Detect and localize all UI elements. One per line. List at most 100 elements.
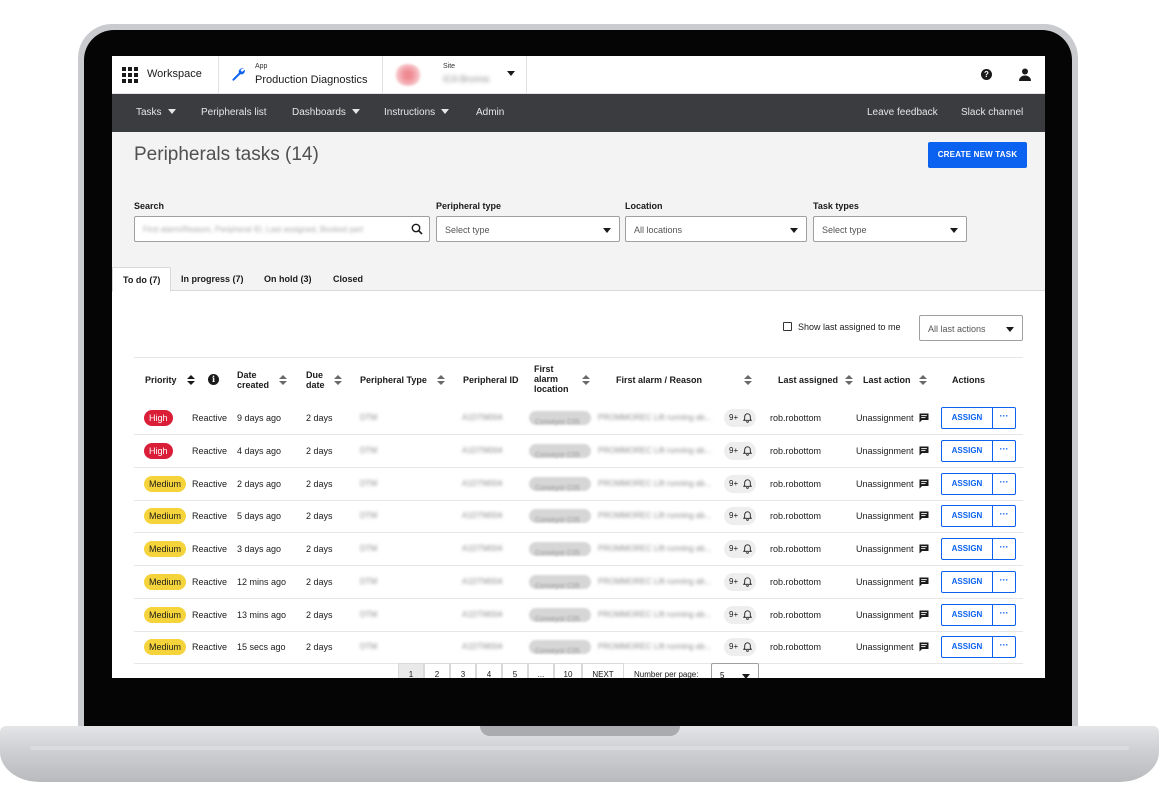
comment-icon[interactable]: [919, 413, 929, 423]
tab-closed[interactable]: Closed: [333, 267, 363, 291]
alert-count-badge[interactable]: 9+: [724, 474, 756, 493]
more-options-button[interactable]: ···: [993, 472, 1016, 495]
nav-instructions[interactable]: Instructions: [384, 107, 450, 118]
sort-icon[interactable]: [845, 375, 853, 386]
page-button[interactable]: 3: [450, 663, 476, 678]
col-due-date[interactable]: Due date: [306, 370, 325, 390]
sort-icon[interactable]: [187, 375, 195, 386]
comment-icon[interactable]: [919, 479, 929, 489]
table-row[interactable]: Medium Reactive 12 mins ago 2 days DTM A1DTM0…: [134, 566, 1023, 599]
search-icon[interactable]: [411, 223, 423, 235]
more-options-button[interactable]: ···: [993, 538, 1016, 560]
peripheral-id[interactable]: A1DTM004: [462, 479, 502, 488]
sort-icon[interactable]: [744, 375, 752, 386]
table-row[interactable]: Medium Reactive 5 days ago 2 days DTM A1DTM00…: [134, 500, 1023, 534]
tab-to-do[interactable]: To do (7): [112, 267, 172, 292]
table-row[interactable]: Medium Reactive 3 days ago 2 days DTM A1DTM00…: [134, 533, 1023, 566]
tab-in-progress[interactable]: In progress (7): [181, 267, 244, 291]
col-first-alarm-reason[interactable]: First alarm / Reason: [616, 375, 702, 385]
page-button[interactable]: 5: [502, 663, 528, 678]
alert-count-badge[interactable]: 9+: [724, 540, 756, 558]
last-actions-select[interactable]: All last actions: [919, 315, 1023, 341]
workspace-label[interactable]: Workspace: [147, 68, 202, 80]
info-icon[interactable]: i: [208, 374, 219, 385]
nav-peripherals-list[interactable]: Peripherals list: [201, 107, 267, 118]
comment-icon[interactable]: [919, 577, 929, 587]
nav-slack-channel[interactable]: Slack channel: [961, 107, 1023, 118]
peripheral-id[interactable]: A1DTM004: [462, 413, 502, 422]
site-name[interactable]: ICA Brunna: [443, 74, 489, 84]
more-options-button[interactable]: ···: [993, 505, 1016, 528]
alert-count-badge[interactable]: 9+: [724, 441, 756, 460]
page-button[interactable]: 4: [476, 663, 502, 678]
comment-icon[interactable]: [919, 610, 929, 620]
col-last-action[interactable]: Last action: [863, 375, 911, 385]
assign-button[interactable]: ASSIGN: [941, 538, 993, 560]
peripheral-id[interactable]: A1DTM004: [462, 544, 502, 553]
sort-icon[interactable]: [919, 375, 927, 386]
sort-icon[interactable]: [582, 375, 590, 386]
page-button[interactable]: 2: [424, 663, 450, 678]
sort-icon[interactable]: [279, 375, 287, 386]
nav-tasks[interactable]: Tasks: [136, 107, 176, 118]
alert-count-badge[interactable]: 9+: [724, 638, 756, 657]
alert-count-badge[interactable]: 9+: [724, 507, 756, 526]
comment-icon[interactable]: [919, 544, 929, 554]
assign-button[interactable]: ASSIGN: [941, 407, 993, 429]
more-options-button[interactable]: ···: [993, 570, 1016, 593]
table-row[interactable]: High Reactive 9 days ago 2 days DTM A1DTM004 C…: [134, 402, 1023, 435]
peripheral-id[interactable]: A1DTM004: [462, 610, 502, 619]
location-select[interactable]: All locations: [625, 216, 807, 242]
assign-button[interactable]: ASSIGN: [941, 439, 993, 462]
col-peripheral-type[interactable]: Peripheral Type: [360, 375, 427, 385]
nav-dashboards[interactable]: Dashboards: [292, 107, 360, 118]
tab-on-hold[interactable]: On hold (3): [264, 267, 312, 291]
chevron-down-icon[interactable]: [507, 71, 515, 76]
alert-count-badge[interactable]: 9+: [724, 605, 756, 624]
more-options-button[interactable]: ···: [993, 439, 1016, 462]
search-input[interactable]: First alarm/Reason, Peripheral ID, Last …: [134, 216, 430, 242]
more-options-button[interactable]: ···: [993, 603, 1016, 626]
table-row[interactable]: Medium Reactive 15 secs ago 2 days DTM A1DTM0…: [134, 631, 1023, 665]
app-name[interactable]: Production Diagnostics: [255, 74, 368, 86]
alert-count-badge[interactable]: 9+: [724, 409, 756, 427]
nav-admin[interactable]: Admin: [476, 107, 504, 118]
assign-button[interactable]: ASSIGN: [941, 505, 993, 528]
user-icon[interactable]: [1019, 68, 1031, 81]
sort-icon[interactable]: [334, 375, 342, 386]
table-row[interactable]: Medium Reactive 13 mins ago 2 days DTM A1DTM0…: [134, 599, 1023, 632]
per-page-select[interactable]: 5: [711, 663, 759, 678]
peripheral-id[interactable]: A1DTM004: [462, 511, 502, 520]
col-date-created[interactable]: Date created: [237, 370, 269, 390]
next-page-button[interactable]: NEXT: [582, 663, 624, 678]
peripheral-type-select[interactable]: Select type: [436, 216, 620, 242]
show-last-assigned-toggle[interactable]: Show last assigned to me: [783, 322, 901, 332]
comment-icon[interactable]: [919, 446, 929, 456]
more-options-button[interactable]: ···: [993, 407, 1016, 429]
peripheral-id[interactable]: A1DTM004: [462, 446, 502, 455]
table-row[interactable]: High Reactive 4 days ago 2 days DTM A1DTM004 C…: [134, 435, 1023, 468]
col-priority[interactable]: Priority: [145, 375, 177, 385]
help-icon[interactable]: ?: [981, 69, 992, 80]
peripheral-id[interactable]: A1DTM004: [462, 577, 502, 586]
sort-icon[interactable]: [437, 375, 445, 386]
table-row[interactable]: Medium Reactive 2 days ago 2 days DTM A1DTM00…: [134, 468, 1023, 501]
alert-count-badge[interactable]: 9+: [724, 572, 756, 591]
assign-button[interactable]: ASSIGN: [941, 570, 993, 593]
nav-leave-feedback[interactable]: Leave feedback: [867, 107, 938, 118]
create-new-task-button[interactable]: CREATE NEW TASK: [928, 142, 1027, 168]
assign-button[interactable]: ASSIGN: [941, 603, 993, 626]
comment-icon[interactable]: [919, 642, 929, 652]
comment-icon[interactable]: [919, 511, 929, 521]
col-peripheral-id[interactable]: Peripheral ID: [463, 375, 519, 385]
checkbox[interactable]: [783, 322, 792, 331]
assign-button[interactable]: ASSIGN: [941, 636, 993, 659]
col-last-assigned[interactable]: Last assigned: [778, 375, 838, 385]
page-button[interactable]: 10: [554, 663, 582, 678]
page-button[interactable]: 1: [398, 663, 424, 678]
more-options-button[interactable]: ···: [993, 636, 1016, 659]
task-types-select[interactable]: Select type: [813, 216, 967, 242]
grid-icon[interactable]: [122, 67, 138, 83]
peripheral-id[interactable]: A1DTM004: [462, 642, 502, 651]
col-first-alarm-location[interactable]: First alarm location: [534, 364, 569, 394]
